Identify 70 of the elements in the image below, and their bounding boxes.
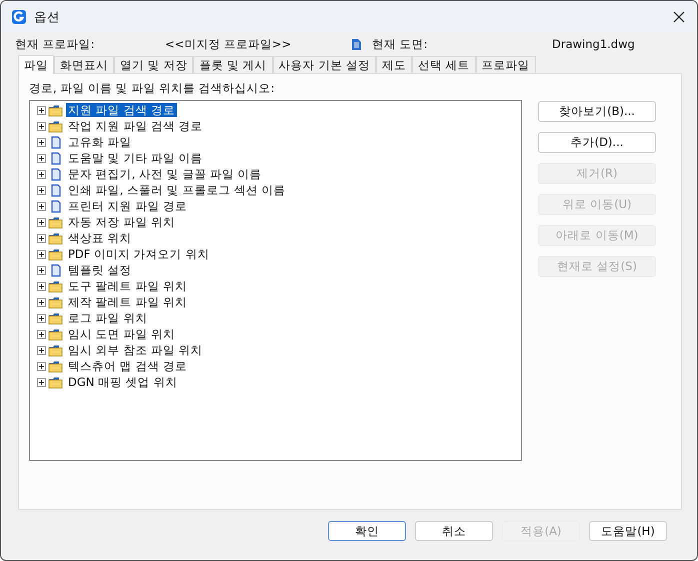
expand-icon[interactable] (37, 186, 46, 194)
expand-icon[interactable] (37, 282, 46, 290)
tab[interactable]: 프로파일 (476, 56, 536, 73)
folder-icon (48, 120, 63, 132)
app-logo-icon (12, 10, 26, 24)
folder-icon (48, 296, 63, 308)
tab[interactable]: 파일 (18, 55, 54, 74)
drawing-file-icon (351, 38, 362, 50)
tree-label: 경로, 파일 이름 및 파일 위치를 검색하십시오: (29, 81, 276, 96)
tree-item[interactable]: 도움말 및 기타 파일 이름 (66, 151, 205, 165)
expand-icon[interactable] (37, 154, 46, 162)
folder-icon (48, 376, 63, 388)
window-title: 옵션 (34, 8, 61, 26)
dialog-button[interactable]: 확인 (328, 521, 406, 541)
folder-icon (48, 232, 63, 244)
tree-item[interactable]: DGN 매핑 셋업 위치 (66, 375, 180, 389)
tab[interactable]: 화면표시 (54, 56, 114, 73)
expand-icon[interactable] (37, 122, 46, 130)
expand-icon[interactable] (37, 234, 46, 242)
expand-icon[interactable] (37, 202, 46, 210)
folder-icon (48, 216, 63, 228)
tree-item[interactable]: PDF 이미지 가져오기 위치 (66, 247, 212, 261)
expand-icon[interactable] (37, 362, 46, 370)
tab[interactable]: 선택 세트 (412, 56, 476, 73)
tab[interactable]: 사용자 기본 설정 (272, 56, 376, 73)
tree-item[interactable]: 임시 도면 파일 위치 (66, 327, 177, 341)
side-button[interactable]: 추가(D)... (538, 132, 656, 153)
expand-icon[interactable] (37, 298, 46, 306)
dialog-button[interactable]: 취소 (415, 521, 493, 541)
expand-icon[interactable] (37, 170, 46, 178)
tree-item[interactable]: 색상표 위치 (66, 231, 134, 245)
expand-icon[interactable] (37, 330, 46, 338)
tree-item[interactable]: 문자 편집기, 사전 및 글꼴 파일 이름 (66, 167, 264, 181)
drawing-value: Drawing1.dwg (552, 37, 635, 51)
profile-label: 현재 프로파일: (15, 36, 96, 52)
expand-icon[interactable] (37, 266, 46, 274)
folder-icon (48, 360, 63, 372)
tree-item[interactable]: 템플릿 설정 (66, 263, 134, 277)
tree-item[interactable]: 지원 파일 검색 경로 (66, 103, 177, 117)
folder-icon (48, 248, 63, 260)
tree-item[interactable]: 작업 지원 파일 검색 경로 (66, 119, 205, 133)
tree-item[interactable]: 도구 팔레트 파일 위치 (66, 279, 189, 293)
tab[interactable]: 플롯 및 게시 (193, 56, 273, 73)
drawing-label: 현재 도면: (372, 36, 429, 52)
tree-item[interactable]: 고유화 파일 (66, 135, 134, 149)
tree-item[interactable]: 자동 저장 파일 위치 (66, 215, 177, 229)
tree-item[interactable]: 로그 파일 위치 (66, 311, 150, 325)
tree-item[interactable]: 인쇄 파일, 스풀러 및 프롤로그 섹션 이름 (66, 183, 288, 197)
tab[interactable]: 열기 및 저장 (114, 56, 194, 73)
tree-item[interactable]: 임시 외부 참조 파일 위치 (66, 343, 205, 357)
tree-item[interactable]: 제작 팔레트 파일 위치 (66, 295, 189, 309)
profile-value: <<미지정 프로파일>> (165, 36, 292, 52)
expand-icon[interactable] (37, 138, 46, 146)
expand-icon[interactable] (37, 250, 46, 258)
close-icon (673, 11, 685, 23)
dialog-button[interactable]: 도움말(H) (589, 521, 667, 541)
expand-icon[interactable] (37, 346, 46, 354)
tab[interactable]: 제도 (376, 56, 412, 73)
folder-icon (48, 104, 63, 116)
expand-icon[interactable] (37, 314, 46, 322)
tree-item[interactable]: 프린터 지원 파일 경로 (66, 199, 189, 213)
folder-icon (48, 312, 63, 324)
side-button[interactable]: 찾아보기(B)... (538, 101, 656, 122)
folder-icon (48, 344, 63, 356)
expand-icon[interactable] (37, 218, 46, 226)
folder-icon (48, 328, 63, 340)
expand-icon[interactable] (37, 106, 46, 114)
expand-icon[interactable] (37, 378, 46, 386)
folder-icon (48, 280, 63, 292)
tree-item[interactable]: 텍스츄어 맵 검색 경로 (66, 359, 189, 373)
